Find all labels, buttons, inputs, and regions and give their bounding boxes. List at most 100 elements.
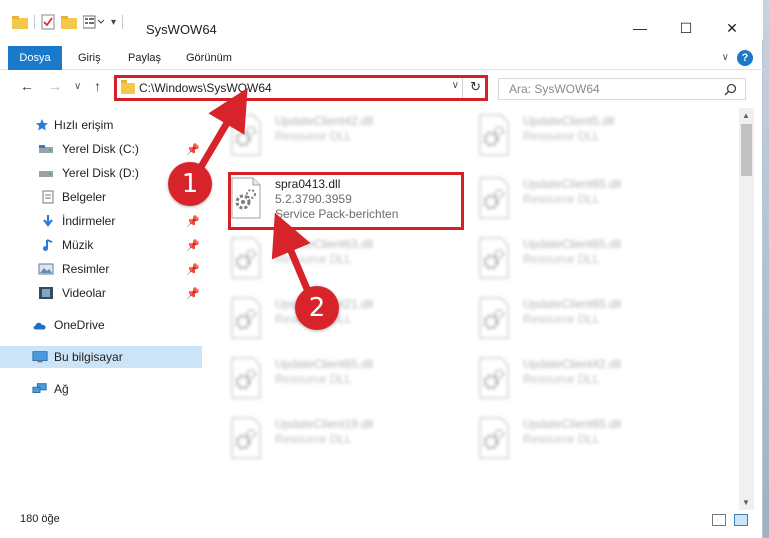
pin-icon[interactable]: 📌 (186, 263, 200, 276)
file-item[interactable]: UpdateClient42.dll Resource DLL (215, 108, 453, 166)
file-item[interactable]: UpdateClient63.dll Resource DLL (215, 231, 453, 289)
vertical-scrollbar[interactable]: ▲ ▼ (739, 108, 754, 510)
maximize-button[interactable]: ☐ (663, 16, 709, 40)
step-1-callout: 1 (168, 162, 212, 206)
scroll-up-arrow-icon[interactable]: ▲ (742, 111, 750, 120)
search-box[interactable]: Ara: SysWOW64 (498, 78, 746, 100)
file-type: Resource DLL (523, 252, 600, 266)
close-button[interactable]: ✕ (709, 16, 755, 40)
sidebar-item-local-disk-c[interactable]: Yerel Disk (C:) 📌 (0, 138, 202, 160)
pin-icon[interactable]: 📌 (186, 215, 200, 228)
tab-view[interactable]: Görünüm (186, 46, 232, 70)
pin-icon[interactable]: 📌 (186, 239, 200, 252)
file-list: UpdateClient42.dll Resource DLL UpdateCl… (215, 108, 740, 504)
step-2-callout: 2 (295, 286, 339, 330)
desktop-edge (763, 0, 769, 538)
file-type: Resource DLL (523, 129, 600, 143)
file-type: Resource DLL (275, 129, 352, 143)
folder-icon[interactable] (12, 15, 28, 29)
tab-home[interactable]: Giriş (78, 46, 101, 70)
sidebar-item-label: OneDrive (54, 318, 105, 332)
file-item[interactable]: UpdateClient65.dll Resource DLL (463, 411, 701, 469)
large-icons-view-icon[interactable] (734, 514, 748, 526)
file-item[interactable]: UpdateClient19.dll Resource DLL (215, 411, 453, 469)
recent-locations-button[interactable]: ∨ (74, 81, 81, 92)
videos-icon (39, 287, 53, 299)
sidebar-item-music[interactable]: Müzik 📌 (0, 234, 202, 256)
cloud-icon (33, 322, 46, 330)
file-type: Resource DLL (523, 432, 600, 446)
file-item[interactable]: UpdateClient65.dll Resource DLL (463, 291, 701, 349)
music-icon (43, 239, 53, 251)
computer-icon (32, 351, 48, 363)
dll-file-icon (231, 297, 261, 339)
up-button[interactable]: ↑ (94, 78, 101, 94)
dll-file-icon (479, 237, 509, 279)
minimize-button[interactable]: — (617, 16, 663, 40)
refresh-button[interactable]: ↻ (470, 79, 481, 95)
item-count: 180 öğe (20, 513, 60, 525)
pictures-icon (38, 263, 54, 275)
file-item[interactable]: UpdateClient42.dll Resource DLL (463, 351, 701, 409)
address-path[interactable]: C:\Windows\SysWOW64 (139, 81, 272, 95)
toolbar-separator (122, 15, 124, 29)
file-item[interactable]: UpdateClient65.dll Resource DLL (463, 231, 701, 289)
tab-file[interactable]: Dosya (8, 46, 62, 70)
ribbon-tabs: Dosya Giriş Paylaş Görünüm ∨ ? (0, 46, 763, 70)
file-type: Resource DLL (275, 372, 352, 386)
file-type: Resource DLL (275, 252, 352, 266)
dll-file-icon (479, 357, 509, 399)
customize-qat-icon[interactable]: ▾ (111, 17, 116, 28)
file-name: UpdateClient65.dll (523, 177, 622, 191)
tab-share[interactable]: Paylaş (128, 46, 161, 70)
scrollbar-thumb[interactable] (741, 124, 752, 176)
sidebar-item-videos[interactable]: Videolar 📌 (0, 282, 202, 304)
file-item[interactable]: UpdateClient5.dll Resource DLL (463, 108, 701, 166)
sidebar-item-downloads[interactable]: İndirmeler 📌 (0, 210, 202, 232)
help-icon[interactable]: ? (737, 50, 753, 66)
file-item[interactable]: UpdateClient65.dll Resource DLL (215, 351, 453, 409)
sidebar-item-label: Ağ (54, 382, 69, 396)
file-name: UpdateClient65.dll (275, 357, 374, 371)
view-options-icon[interactable] (83, 15, 105, 29)
file-name: UpdateClient65.dll (523, 297, 622, 311)
address-divider (462, 78, 463, 98)
sidebar-item-label: Videolar (62, 286, 106, 300)
sidebar-item-onedrive[interactable]: OneDrive (0, 314, 202, 336)
sidebar-item-label: Bu bilgisayar (54, 350, 123, 364)
new-folder-icon[interactable] (61, 15, 77, 29)
sidebar-item-label: Resimler (62, 262, 110, 276)
sidebar-item-label: İndirmeler (62, 214, 116, 228)
sidebar-item-quick-access[interactable]: Hızlı erişim (0, 114, 202, 136)
ribbon-expand-icon[interactable]: ∨ (722, 52, 729, 63)
pin-icon[interactable]: 📌 (186, 143, 200, 156)
sidebar-item-pictures[interactable]: Resimler 📌 (0, 258, 202, 280)
navigation-bar: ← → ∨ ↑ C:\Windows\SysWOW64 ∨ ↻ Ara: Sys… (0, 70, 763, 108)
file-type: Resource DLL (523, 312, 600, 326)
file-name: UpdateClient5.dll (523, 114, 615, 128)
address-bar[interactable]: C:\Windows\SysWOW64 ∨ ↻ (114, 75, 488, 101)
pin-icon[interactable]: 📌 (186, 287, 200, 300)
network-icon (32, 383, 47, 393)
sidebar-item-label: Yerel Disk (D:) (62, 166, 139, 180)
title-bar: ▾ SysWOW64 — ☐ ✕ (0, 0, 763, 40)
dll-file-icon (231, 417, 261, 459)
scroll-down-arrow-icon[interactable]: ▼ (742, 498, 750, 507)
sidebar-item-this-pc[interactable]: Bu bilgisayar (0, 346, 202, 368)
file-explorer-window: ▾ SysWOW64 — ☐ ✕ Dosya Giriş Paylaş Görü… (0, 0, 763, 538)
file-name: UpdateClient19.dll (275, 417, 374, 431)
documents-icon (42, 190, 54, 204)
sidebar-item-label: Yerel Disk (C:) (62, 142, 139, 156)
toolbar-separator (34, 15, 35, 29)
back-button[interactable]: ← (20, 78, 34, 94)
properties-icon[interactable] (41, 14, 55, 30)
address-dropdown-icon[interactable]: ∨ (452, 80, 459, 91)
file-type: Resource DLL (523, 192, 600, 206)
downloads-icon (43, 215, 53, 227)
forward-button[interactable]: → (48, 78, 62, 94)
file-item[interactable]: UpdateClient65.dll Resource DLL (463, 171, 701, 229)
sidebar-item-network[interactable]: Ağ (0, 378, 202, 400)
search-input[interactable]: Ara: SysWOW64 (509, 82, 600, 96)
search-icon[interactable] (724, 83, 737, 96)
details-view-icon[interactable] (712, 514, 726, 526)
